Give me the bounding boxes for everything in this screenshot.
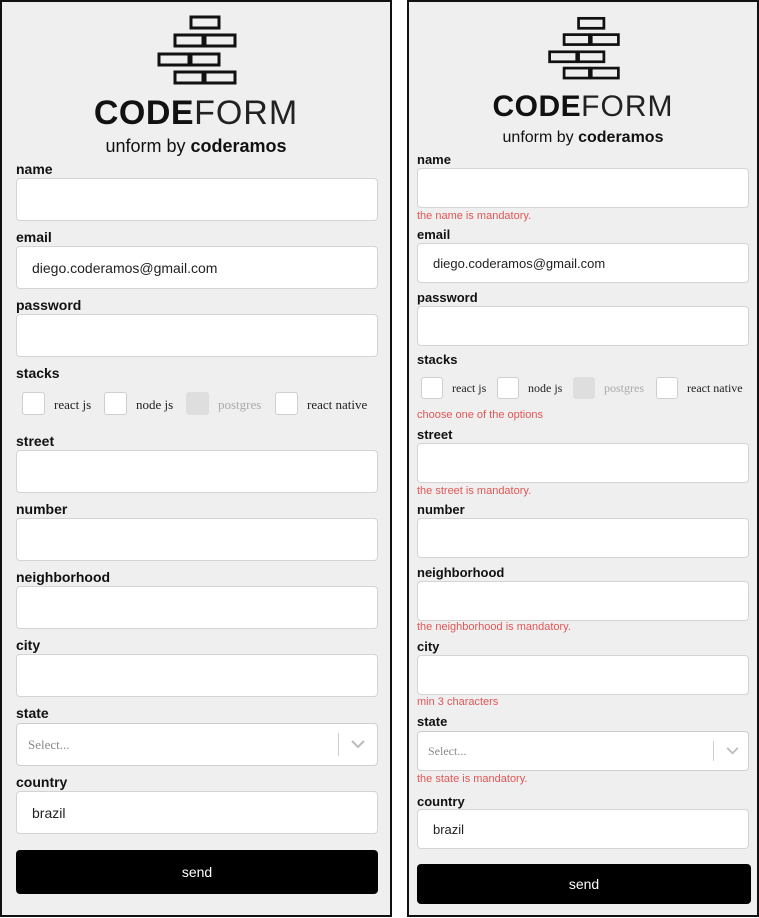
checkbox-react-native[interactable] bbox=[656, 377, 678, 399]
checkbox-postgres bbox=[573, 377, 595, 399]
country-label: country bbox=[16, 774, 68, 790]
checkbox-label-react-js: react js bbox=[452, 381, 487, 395]
name-input[interactable] bbox=[417, 168, 749, 208]
country-input[interactable]: brazil bbox=[16, 791, 378, 834]
neighborhood-label: neighborhood bbox=[417, 565, 505, 580]
name-label: name bbox=[16, 161, 53, 177]
checkbox-label-postgres: postgres bbox=[604, 381, 644, 395]
street-error: the street is mandatory. bbox=[417, 485, 532, 497]
subtitle: unform by coderamos bbox=[2, 137, 390, 155]
checkbox-react-js[interactable] bbox=[22, 392, 45, 415]
subtitle-author: coderamos bbox=[578, 129, 664, 146]
email-label: email bbox=[417, 227, 451, 242]
checkbox-react-native[interactable] bbox=[275, 392, 298, 415]
street-label: street bbox=[16, 433, 55, 449]
city-input[interactable] bbox=[417, 655, 749, 695]
brand-thin: FORM bbox=[581, 90, 674, 123]
brand-wordmark: CODEFORM bbox=[2, 96, 390, 130]
checkbox-node-js[interactable] bbox=[497, 377, 519, 399]
chevron-down-icon[interactable] bbox=[341, 724, 375, 765]
number-label: number bbox=[16, 501, 68, 517]
name-label: name bbox=[417, 152, 451, 167]
send-button[interactable]: send bbox=[16, 850, 378, 894]
brand-wordmark: CODEFORM bbox=[409, 92, 757, 122]
checkbox-react-js[interactable] bbox=[421, 377, 443, 399]
password-label: password bbox=[16, 297, 82, 313]
checkbox-label-node-js: node js bbox=[136, 397, 174, 412]
name-input[interactable] bbox=[16, 178, 378, 221]
stacks-label: stacks bbox=[417, 352, 458, 367]
form-panel-validation-errors: CODEFORM unform by coderamos name the na… bbox=[407, 0, 759, 917]
city-label: city bbox=[417, 639, 440, 654]
street-label: street bbox=[417, 427, 453, 442]
subtitle-prefix: unform by bbox=[105, 136, 191, 156]
checkbox-label-node-js: node js bbox=[528, 381, 563, 395]
email-label: email bbox=[16, 229, 52, 245]
street-input[interactable] bbox=[417, 443, 749, 483]
email-input[interactable]: diego.coderamos@gmail.com bbox=[417, 243, 749, 283]
chevron-down-icon[interactable] bbox=[716, 732, 748, 770]
password-input[interactable] bbox=[417, 306, 749, 346]
select-separator bbox=[713, 741, 714, 761]
password-label: password bbox=[417, 290, 478, 305]
city-input[interactable] bbox=[16, 654, 378, 697]
subtitle-prefix: unform by bbox=[502, 129, 579, 146]
state-select[interactable]: Select... bbox=[417, 731, 749, 771]
stacks-label: stacks bbox=[16, 365, 60, 381]
state-select-placeholder: Select... bbox=[428, 743, 467, 758]
number-input[interactable] bbox=[16, 518, 378, 561]
city-error: min 3 characters bbox=[417, 696, 499, 708]
brand-bold: CODE bbox=[93, 94, 195, 132]
brick-wall-icon bbox=[157, 15, 237, 85]
neighborhood-error: the neighborhood is mandatory. bbox=[417, 621, 571, 633]
name-error: the name is mandatory. bbox=[417, 210, 532, 222]
country-input[interactable]: brazil bbox=[417, 809, 749, 849]
form-panel-default: CODEFORM unform by coderamos name email … bbox=[0, 0, 392, 917]
brick-wall-icon bbox=[548, 16, 620, 80]
number-label: number bbox=[417, 502, 465, 517]
checkbox-label-postgres: postgres bbox=[218, 397, 262, 412]
checkbox-label-react-native: react native bbox=[307, 397, 368, 412]
subtitle-author: coderamos bbox=[190, 136, 287, 156]
neighborhood-input[interactable] bbox=[417, 581, 749, 621]
state-error: the state is mandatory. bbox=[417, 773, 528, 785]
state-label: state bbox=[417, 714, 448, 729]
checkbox-label-react-js: react js bbox=[54, 397, 92, 412]
select-separator bbox=[338, 733, 339, 756]
number-input[interactable] bbox=[417, 518, 749, 558]
brand-bold: CODE bbox=[492, 90, 582, 123]
country-label: country bbox=[417, 794, 465, 809]
email-input[interactable]: diego.coderamos@gmail.com bbox=[16, 246, 378, 289]
checkbox-label-react-native: react native bbox=[687, 381, 743, 395]
subtitle: unform by coderamos bbox=[409, 130, 757, 146]
send-button[interactable]: send bbox=[417, 864, 751, 904]
neighborhood-label: neighborhood bbox=[16, 569, 111, 585]
checkbox-node-js[interactable] bbox=[104, 392, 127, 415]
checkbox-postgres bbox=[186, 392, 209, 415]
neighborhood-input[interactable] bbox=[16, 586, 378, 629]
state-select[interactable]: Select... bbox=[16, 723, 378, 766]
street-input[interactable] bbox=[16, 450, 378, 493]
state-select-placeholder: Select... bbox=[28, 736, 70, 752]
password-input[interactable] bbox=[16, 314, 378, 357]
brand-thin: FORM bbox=[194, 94, 299, 132]
stacks-error: choose one of the options bbox=[417, 409, 543, 421]
city-label: city bbox=[16, 637, 41, 653]
state-label: state bbox=[16, 705, 49, 721]
